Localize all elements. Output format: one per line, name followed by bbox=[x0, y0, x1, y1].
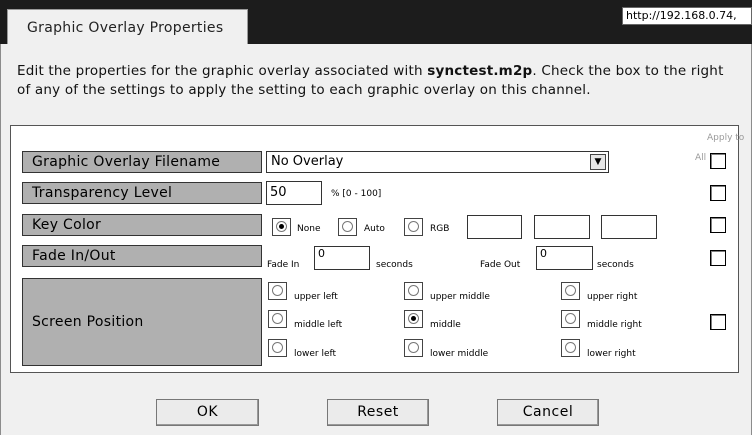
position-middle-right-label: middle right bbox=[587, 320, 642, 330]
label-overlay-filename: Graphic Overlay Filename bbox=[22, 151, 262, 173]
apply-to-label: Apply to bbox=[707, 133, 745, 143]
key-color-b-input[interactable] bbox=[601, 215, 657, 239]
overlay-filename-value: No Overlay bbox=[271, 154, 344, 169]
fade-out-input[interactable]: 0 bbox=[536, 246, 593, 270]
fade-out-unit: seconds bbox=[597, 260, 634, 270]
key-color-auto-label: Auto bbox=[364, 224, 385, 234]
intro-filename: synctest.m2p bbox=[427, 63, 533, 79]
label-key-color: Key Color bbox=[22, 214, 262, 236]
key-color-rgb-radio[interactable] bbox=[404, 218, 423, 236]
tab-graphic-overlay-properties[interactable]: Graphic Overlay Properties bbox=[7, 9, 248, 44]
apply-all-checkbox-key-color[interactable] bbox=[710, 217, 726, 233]
label-transparency-level: Transparency Level bbox=[22, 182, 262, 204]
apply-to-all-label: All bbox=[695, 153, 707, 163]
apply-all-checkbox-transparency[interactable] bbox=[710, 185, 726, 201]
position-upper-right-radio[interactable] bbox=[561, 282, 580, 300]
position-middle-label: middle bbox=[430, 320, 461, 330]
ok-button[interactable]: OK bbox=[156, 399, 259, 426]
key-color-r-input[interactable] bbox=[467, 215, 522, 239]
url-tooltip: http://192.168.0.74, bbox=[622, 7, 752, 25]
position-upper-middle-label: upper middle bbox=[430, 292, 490, 302]
apply-all-checkbox-filename[interactable] bbox=[710, 153, 726, 169]
position-upper-middle-radio[interactable] bbox=[404, 282, 423, 300]
label-screen-position: Screen Position bbox=[22, 278, 262, 366]
apply-all-checkbox-fade[interactable] bbox=[710, 250, 726, 266]
key-color-auto-radio[interactable] bbox=[338, 218, 357, 236]
key-color-g-input[interactable] bbox=[534, 215, 590, 239]
position-lower-middle-radio[interactable] bbox=[404, 339, 423, 357]
intro-text: Edit the properties for the graphic over… bbox=[17, 62, 737, 100]
cancel-button[interactable]: Cancel bbox=[497, 399, 599, 426]
key-color-none-radio[interactable] bbox=[272, 218, 291, 236]
transparency-hint: % [0 - 100] bbox=[331, 189, 382, 199]
dropdown-arrow-icon[interactable]: ▼ bbox=[590, 154, 606, 170]
position-lower-left-label: lower left bbox=[294, 349, 337, 359]
position-lower-middle-label: lower middle bbox=[430, 349, 489, 359]
intro-text-before: Edit the properties for the graphic over… bbox=[17, 63, 428, 79]
key-color-none-label: None bbox=[297, 224, 321, 234]
position-lower-right-radio[interactable] bbox=[561, 339, 580, 357]
position-middle-radio[interactable] bbox=[404, 310, 423, 328]
position-upper-left-radio[interactable] bbox=[268, 282, 287, 300]
position-upper-right-label: upper right bbox=[587, 292, 638, 302]
fade-in-input[interactable]: 0 bbox=[314, 246, 370, 270]
label-fade-in-out: Fade In/Out bbox=[22, 245, 262, 267]
position-middle-left-radio[interactable] bbox=[268, 310, 287, 328]
position-middle-right-radio[interactable] bbox=[561, 310, 580, 328]
overlay-filename-select[interactable]: No Overlay ▼ bbox=[266, 151, 609, 173]
key-color-rgb-label: RGB bbox=[430, 224, 450, 234]
transparency-input[interactable]: 50 bbox=[266, 181, 322, 205]
position-lower-left-radio[interactable] bbox=[268, 339, 287, 357]
reset-button[interactable]: Reset bbox=[327, 399, 429, 426]
fade-in-unit: seconds bbox=[376, 260, 413, 270]
position-upper-left-label: upper left bbox=[294, 292, 338, 302]
fade-out-label: Fade Out bbox=[480, 260, 521, 270]
position-lower-right-label: lower right bbox=[587, 349, 636, 359]
apply-all-checkbox-position[interactable] bbox=[710, 314, 726, 330]
fade-in-label: Fade In bbox=[267, 260, 300, 270]
position-middle-left-label: middle left bbox=[294, 320, 343, 330]
